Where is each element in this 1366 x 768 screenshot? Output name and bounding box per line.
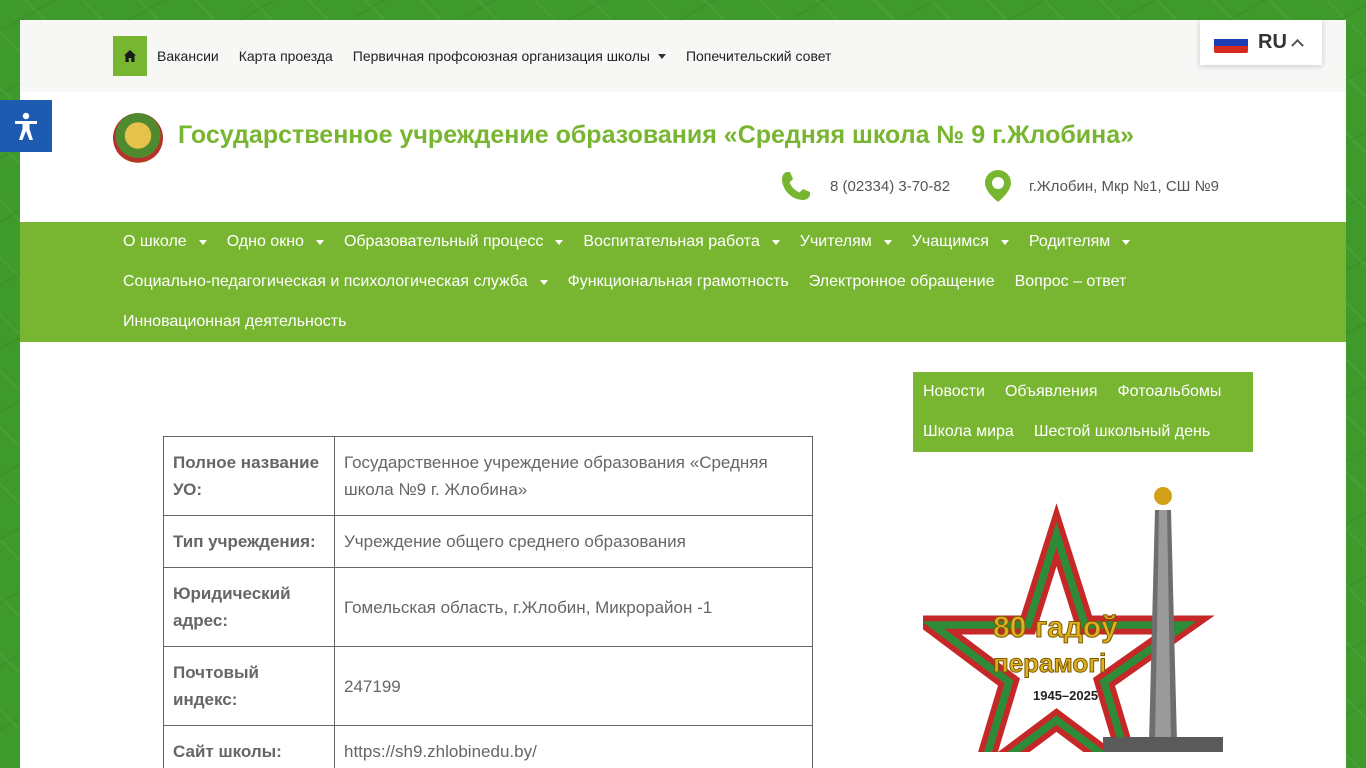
- nav-item-innovation[interactable]: Инновационная деятельность: [113, 313, 356, 331]
- nav-item-upbringing[interactable]: Воспитательная работа: [573, 233, 789, 251]
- table-value: 247199: [334, 646, 813, 726]
- banner-line-1: 80 гадоў: [993, 611, 1118, 644]
- table-key: Сайт школы:: [163, 725, 335, 768]
- caret-down-icon: [1122, 239, 1131, 245]
- monument-base: [1103, 737, 1223, 752]
- nav-item-e-appeal[interactable]: Электронное обращение: [799, 273, 1005, 291]
- table-value: Учреждение общего среднего образования: [334, 515, 813, 568]
- nav-item-parents[interactable]: Родителям: [1019, 233, 1140, 251]
- table-row: Сайт школы: https://sh9.zhlobinedu.by/: [163, 725, 813, 768]
- table-value: Гомельская область, г.Жлобин, Микрорайон…: [334, 567, 813, 647]
- table-key: Юридический адрес:: [163, 567, 335, 647]
- table-value: Государственное учреждение образования «…: [334, 436, 813, 516]
- map-marker-icon: [985, 170, 1011, 202]
- banner-line-2: перамогі: [993, 648, 1106, 678]
- accessibility-button[interactable]: [0, 100, 52, 152]
- nav-item-one-window[interactable]: Одно окно: [217, 233, 334, 251]
- nav-row-2: Социально-педагогическая и психологическ…: [113, 262, 1253, 302]
- belarus-emblem-icon[interactable]: [113, 113, 163, 163]
- content-area: Полное название УО: Государственное учре…: [20, 342, 1346, 768]
- nav-item-social-service[interactable]: Социально-педагогическая и психологическ…: [113, 273, 558, 291]
- home-button[interactable]: [113, 36, 147, 76]
- nav-item-faq[interactable]: Вопрос – ответ: [1005, 273, 1137, 291]
- caret-down-icon: [771, 239, 780, 245]
- table-key: Почтовый индекс:: [163, 646, 335, 726]
- side-menu-row: Новости Объявления Фотоальбомы: [913, 372, 1253, 412]
- address-text: г.Жлобин, Мкр №1, СШ №9: [1029, 177, 1220, 195]
- nav-item-education[interactable]: Образовательный процесс: [334, 233, 573, 251]
- nav-item-about[interactable]: О школе: [113, 233, 217, 251]
- page: Вакансии Карта проезда Первичная профсою…: [20, 20, 1346, 768]
- side-item-photo-albums[interactable]: Фотоальбомы: [1107, 383, 1231, 401]
- phone-icon: [782, 172, 810, 200]
- top-item-map[interactable]: Карта проезда: [239, 48, 333, 64]
- top-item-union[interactable]: Первичная профсоюзная организация школы: [353, 48, 666, 64]
- language-code: RU: [1258, 31, 1287, 53]
- table-row: Почтовый индекс: 247199: [163, 646, 813, 726]
- caret-down-icon: [198, 239, 207, 245]
- side-item-sixth-day[interactable]: Шестой школьный день: [1024, 423, 1220, 441]
- obelisk-star-icon: [1154, 487, 1172, 505]
- school-info-table: Полное название УО: Государственное учре…: [163, 436, 813, 768]
- address-contact: г.Жлобин, Мкр №1, СШ №9: [985, 170, 1219, 202]
- table-row: Тип учреждения: Учреждение общего средне…: [163, 515, 813, 568]
- caret-down-icon: [555, 239, 564, 245]
- home-icon: [124, 50, 136, 62]
- table-row: Юридический адрес: Гомельская область, г…: [163, 567, 813, 647]
- top-bar: Вакансии Карта проезда Первичная профсою…: [20, 20, 1346, 92]
- nav-item-students[interactable]: Учащимся: [902, 233, 1019, 251]
- top-item-vacancies[interactable]: Вакансии: [157, 48, 219, 64]
- caret-down-icon: [539, 279, 548, 285]
- language-switcher[interactable]: RU: [1200, 20, 1322, 65]
- side-item-announcements[interactable]: Объявления: [995, 383, 1108, 401]
- site-header: Государственное учреждение образования «…: [20, 92, 1346, 222]
- table-value[interactable]: https://sh9.zhlobinedu.by/: [334, 725, 813, 768]
- caret-down-icon: [1000, 239, 1009, 245]
- main-navigation: О школе Одно окно Образовательный процес…: [20, 222, 1346, 342]
- table-row: Полное название УО: Государственное учре…: [163, 436, 813, 516]
- top-item-board[interactable]: Попечительский совет: [686, 48, 832, 64]
- side-item-news[interactable]: Новости: [913, 383, 995, 401]
- nav-row-3: Инновационная деятельность: [113, 302, 1253, 342]
- phone-number: 8 (02334) 3-70-82: [830, 177, 951, 195]
- side-menu-row: Школа мира Шестой школьный день: [913, 412, 1253, 452]
- russia-flag-icon: [1214, 31, 1248, 54]
- accessibility-icon: [15, 112, 37, 140]
- banner-years: 1945–2025: [1033, 688, 1098, 703]
- victory-80-banner[interactable]: 80 гадоў перамогі 1945–2025: [923, 482, 1243, 752]
- chevron-up-icon: [1291, 38, 1304, 52]
- site-title[interactable]: Государственное учреждение образования «…: [178, 121, 1134, 150]
- nav-item-teachers[interactable]: Учителям: [790, 233, 902, 251]
- side-menu: Новости Объявления Фотоальбомы Школа мир…: [913, 372, 1253, 452]
- side-item-peace-school[interactable]: Школа мира: [913, 423, 1024, 441]
- caret-down-icon: [315, 239, 324, 245]
- caret-down-icon: [657, 53, 666, 59]
- phone-contact[interactable]: 8 (02334) 3-70-82: [780, 170, 950, 202]
- nav-row-1: О школе Одно окно Образовательный процес…: [113, 222, 1253, 262]
- table-key: Тип учреждения:: [163, 515, 335, 568]
- table-key: Полное название УО:: [163, 436, 335, 516]
- caret-down-icon: [883, 239, 892, 245]
- nav-item-literacy[interactable]: Функциональная грамотность: [558, 273, 799, 291]
